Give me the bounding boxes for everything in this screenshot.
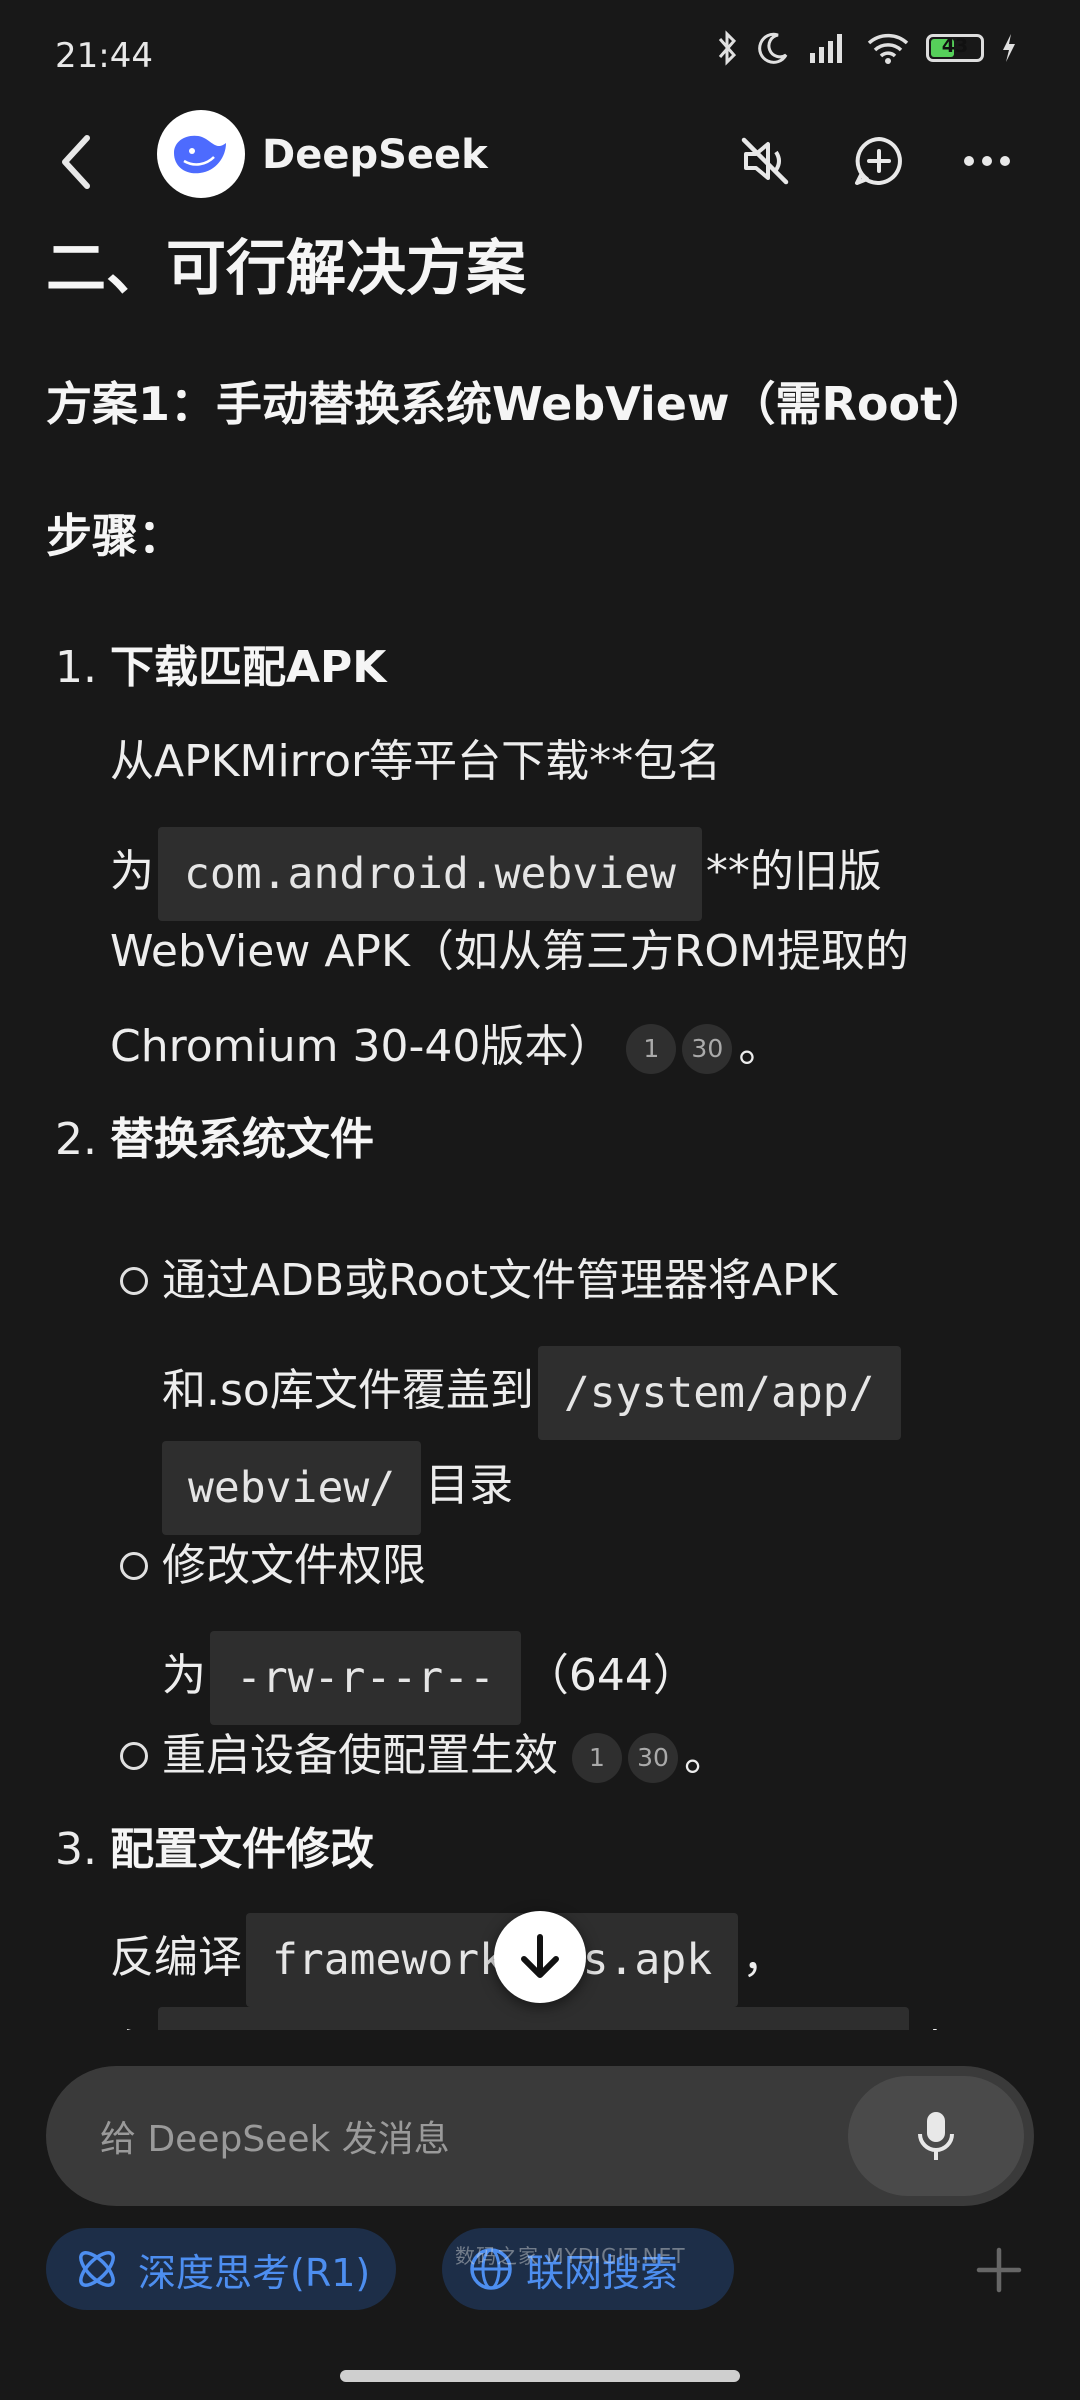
app-title: DeepSeek [262, 132, 488, 178]
status-bar: 21:44 43 [0, 0, 1080, 110]
deepseek-logo [157, 110, 245, 198]
bullet-icon [120, 1267, 148, 1295]
mute-voice-button[interactable] [732, 128, 798, 194]
text-fragment: 反编译 [110, 1932, 242, 1983]
whale-icon [174, 135, 226, 174]
back-button[interactable] [50, 122, 100, 202]
step-number: 3. [55, 1824, 97, 1875]
battery-level: 43 [941, 35, 969, 57]
assistant-message: 二、可行解决方案 方案1：手动替换系统WebView（需Root） 步骤： 1.… [0, 210, 1080, 2060]
status-icons: 43 [716, 30, 1018, 66]
step-title: 替换系统文件 [110, 1114, 374, 1165]
wifi-icon [867, 33, 909, 64]
text-fragment: 为 [110, 846, 154, 897]
bullet-icon [120, 1552, 148, 1580]
step-number: 2. [55, 1114, 97, 1165]
inline-code: framework-res.apk [246, 1913, 739, 2007]
message-placeholder: 给 DeepSeek 发消息 [100, 2119, 450, 2160]
bullet-text: 修改文件权限 [162, 1540, 426, 1591]
bullet-text: webview/目录 [162, 1441, 513, 1535]
step-text: 为 com.android.webview **的旧版 [110, 827, 882, 921]
citation-badge[interactable]: 30 [682, 1024, 733, 1074]
text-fragment: Chromium 30-40版本） [110, 1021, 613, 1072]
plan-heading: 方案1：手动替换系统WebView（需Root） [46, 377, 989, 431]
microphone-icon [918, 2112, 954, 2160]
bullet-text: 通过ADB或Root文件管理器将APK [162, 1255, 838, 1306]
text-fragment: 和.so库文件覆盖到 [162, 1365, 534, 1416]
watermark: 数码之家 MYDIGIT.NET [455, 2244, 686, 2268]
text-fragment: 。 [684, 1730, 728, 1781]
bullet-text: 为 -rw-r--r-- （644） [162, 1631, 697, 1725]
deep-think-label: 深度思考(R1) [138, 2250, 371, 2295]
arrow-down-icon [521, 1934, 559, 1978]
text-fragment: ， [742, 1932, 787, 1983]
deep-think-toggle[interactable]: 深度思考(R1) [46, 2228, 397, 2310]
charging-icon [1003, 34, 1015, 62]
step-text: WebView APK（如从第三方ROM提取的 [110, 926, 909, 977]
text-fragment: （644） [524, 1650, 697, 1701]
more-horizontal-icon [964, 156, 1010, 166]
bullet-text: 重启设备使配置生效 1 30。 [162, 1726, 728, 1786]
steps-label: 步骤： [46, 509, 184, 563]
text-fragment: 目录 [425, 1460, 514, 1511]
battery-icon: 43 [926, 34, 984, 62]
signal-icon [810, 34, 842, 63]
voice-input-button[interactable] [848, 2076, 1024, 2196]
step-text: 反编译 framework-res.apk， [110, 1913, 786, 2007]
message-input[interactable]: 给 DeepSeek 发消息 [46, 2066, 1034, 2206]
status-time: 21:44 [55, 36, 153, 76]
add-attachment-button[interactable] [964, 2235, 1034, 2305]
plus-icon [976, 2247, 1022, 2293]
moon-icon [758, 32, 788, 64]
speaker-off-icon [741, 137, 789, 185]
citation-badge[interactable]: 30 [628, 1733, 678, 1783]
citation-badge[interactable]: 1 [626, 1024, 677, 1074]
bluetooth-icon [718, 30, 737, 66]
step-number: 1. [55, 642, 97, 693]
new-chat-icon [855, 137, 902, 185]
step-text: Chromium 30-40版本） 1 30。 [110, 1017, 782, 1077]
composer: 给 DeepSeek 发消息 深度思考(R1) 联网搜索 数码之家 MYDIGI… [0, 2030, 1080, 2400]
scroll-to-bottom-button[interactable] [494, 1911, 586, 2003]
step-text: 从APKMirror等平台下载**包名 [110, 736, 722, 787]
home-indicator[interactable] [340, 2370, 740, 2382]
text-fragment: 重启设备使配置生效 [162, 1730, 558, 1781]
text-fragment: 。 [738, 1021, 783, 1072]
bullet-text: 和.so库文件覆盖到/system/app/ [162, 1346, 905, 1440]
atom-icon [79, 2251, 115, 2287]
section-heading: 二、可行解决方案 [46, 234, 526, 304]
chevron-left-icon [62, 135, 90, 189]
inline-code: /system/app/ [537, 1346, 901, 1440]
inline-code: webview/ [162, 1441, 422, 1535]
more-options-button[interactable] [954, 128, 1020, 194]
text-fragment: **的旧版 [705, 846, 882, 897]
new-chat-button[interactable] [846, 128, 912, 194]
inline-code: com.android.webview [158, 827, 702, 921]
bullet-icon [120, 1742, 148, 1770]
inline-code: -rw-r--r-- [210, 1631, 521, 1725]
step-title: 配置文件修改 [110, 1824, 374, 1875]
citation-badge[interactable]: 1 [572, 1733, 622, 1783]
step-title: 下载匹配APK [110, 642, 387, 693]
text-fragment: 为 [162, 1650, 206, 1701]
